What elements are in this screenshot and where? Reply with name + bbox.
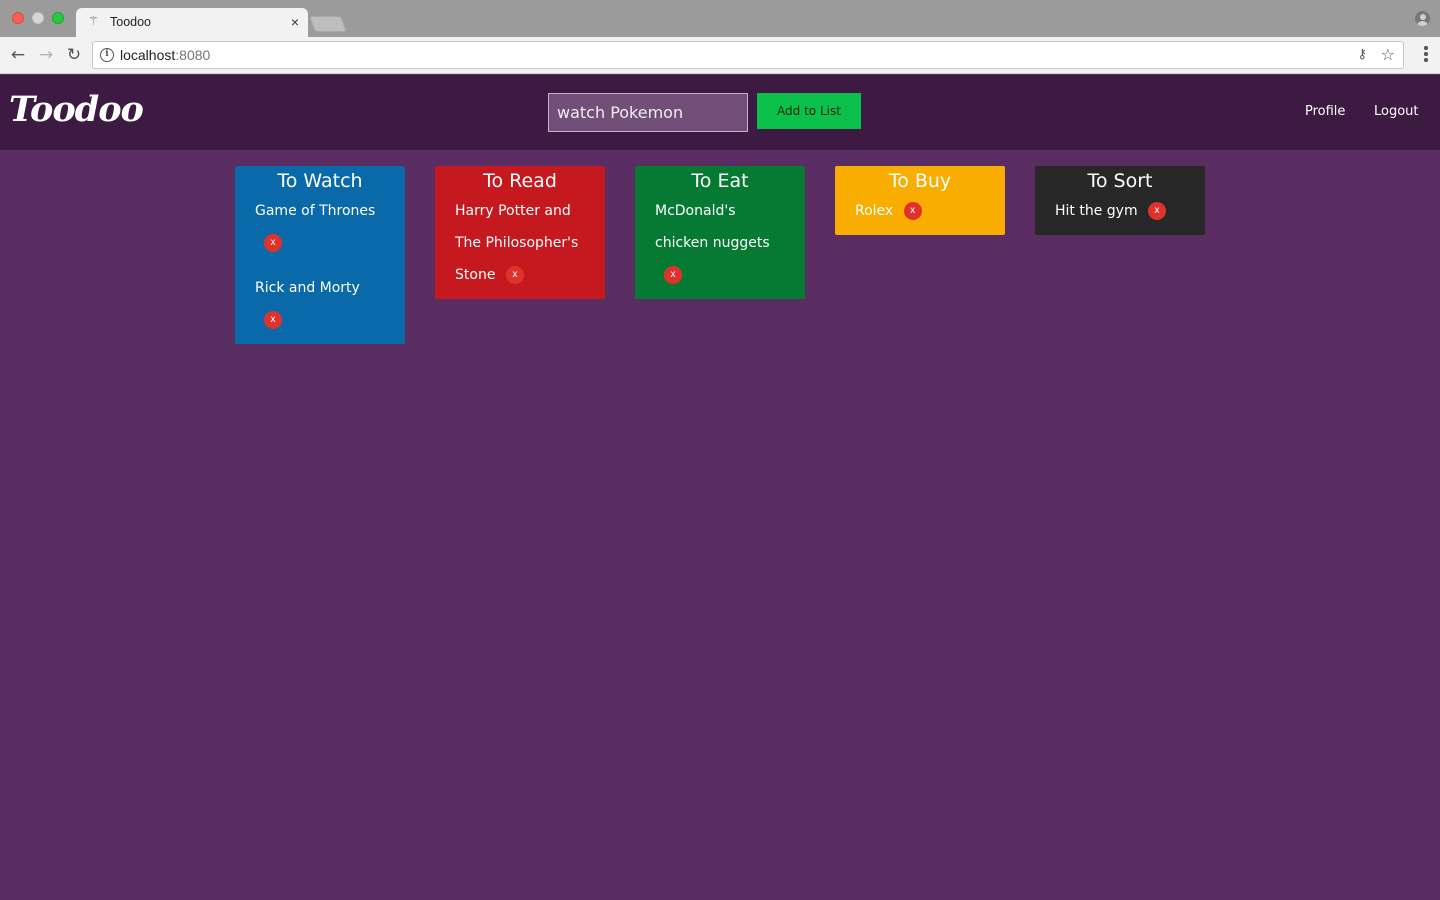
app-header: Toodoo Add to List Profile Logout (0, 75, 1440, 150)
item-text: Game of Thrones (255, 203, 376, 219)
list-title: To Eat (691, 170, 749, 192)
delete-item-button[interactable]: x (264, 311, 282, 329)
maximize-window-button[interactable] (52, 12, 64, 24)
minimize-window-button[interactable] (32, 12, 44, 24)
info-icon[interactable]: i (100, 48, 114, 62)
browser-toolbar: ← → ↻ i localhost:8080 ⚷ ☆ (0, 37, 1440, 74)
list-item: McDonald's chicken nuggets x (655, 195, 785, 291)
list-to-watch: To Watch Game of Thrones x Rick and Mort… (235, 166, 405, 344)
profile-link[interactable]: Profile (1305, 104, 1345, 119)
delete-item-button[interactable]: x (505, 266, 524, 284)
list-title: To Read (483, 170, 557, 192)
key-icon[interactable]: ⚷ (1357, 47, 1367, 62)
list-title: To Sort (1087, 170, 1153, 192)
logout-link[interactable]: Logout (1374, 104, 1419, 119)
close-window-button[interactable] (12, 12, 24, 24)
list-to-sort: To Sort Hit the gym x (1035, 166, 1205, 235)
list-item: Rick and Morty x (255, 272, 385, 336)
tab-title: Toodoo (110, 15, 152, 29)
browser-menu-icon[interactable] (1424, 46, 1428, 64)
item-text: Hit the gym (1055, 203, 1138, 219)
magic-wand-icon: ⚚ (88, 14, 99, 28)
delete-item-button[interactable]: x (264, 234, 282, 252)
new-item-input[interactable] (548, 93, 748, 132)
list-to-read: To Read Harry Potter and The Philosopher… (435, 166, 605, 299)
forward-arrow-icon[interactable]: → (36, 44, 56, 66)
tab-close-icon[interactable]: × (291, 14, 299, 30)
address-bar[interactable]: i localhost:8080 ⚷ ☆ (92, 41, 1404, 69)
list-item: Harry Potter and The Philosopher's Stone… (455, 195, 585, 291)
browser-tab[interactable]: ⚚ Toodoo × (76, 8, 308, 37)
list-title: To Buy (888, 170, 952, 192)
delete-item-button[interactable]: x (1148, 202, 1167, 220)
add-to-list-button[interactable]: Add to List (757, 93, 861, 129)
browser-profile-icon[interactable] (1415, 11, 1430, 26)
list-item: Hit the gym x (1055, 195, 1185, 227)
logo[interactable]: Toodoo (9, 89, 144, 130)
bookmark-star-icon[interactable]: ☆ (1381, 45, 1395, 64)
url-port: :8080 (175, 47, 211, 63)
delete-item-button[interactable]: x (903, 202, 922, 220)
new-tab-button[interactable] (309, 16, 347, 32)
list-item: Rolex x (855, 195, 985, 227)
list-item: Game of Thrones x (255, 195, 385, 259)
list-to-buy: To Buy Rolex x (835, 166, 1005, 235)
delete-item-button[interactable]: x (664, 266, 682, 284)
reload-icon[interactable]: ↻ (64, 44, 84, 66)
item-text: McDonald's chicken nuggets (655, 203, 770, 251)
item-text: Rolex (855, 203, 894, 219)
item-text: Rick and Morty (255, 280, 360, 296)
list-to-eat: To Eat McDonald's chicken nuggets x (635, 166, 805, 299)
url-host: localhost (120, 47, 176, 63)
back-arrow-icon[interactable]: ← (8, 44, 28, 66)
browser-titlebar: ⚚ Toodoo × (0, 0, 1440, 37)
url-text[interactable]: localhost:8080 (120, 47, 210, 63)
list-title: To Watch (277, 170, 363, 192)
